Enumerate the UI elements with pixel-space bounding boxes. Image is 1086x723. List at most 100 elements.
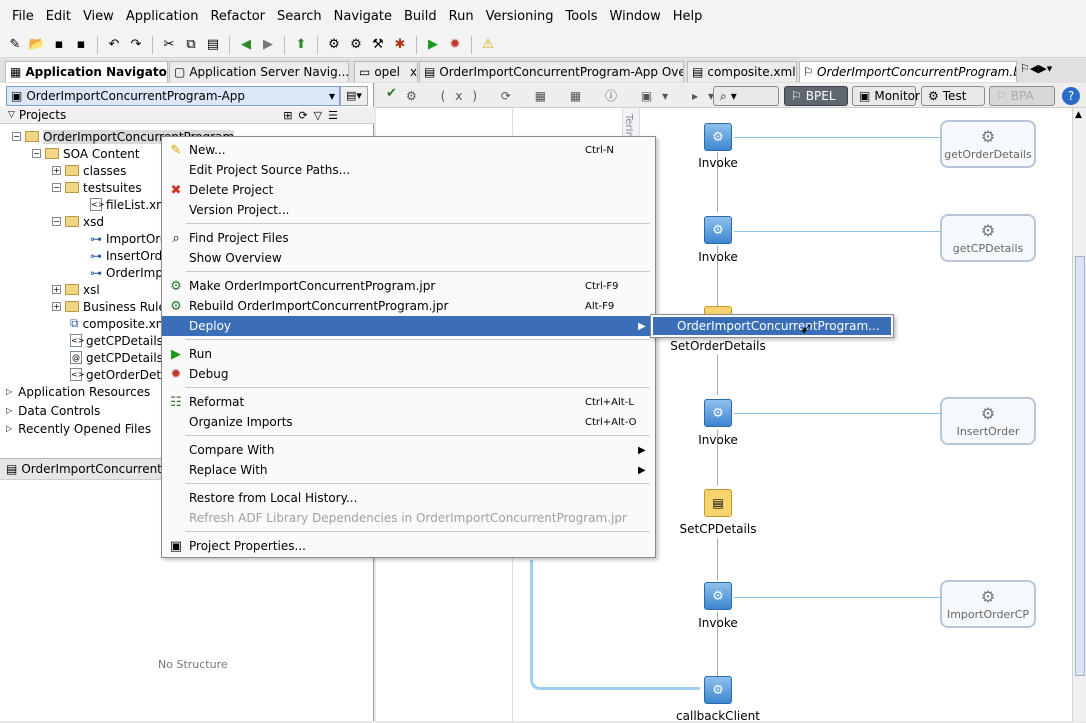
cut-icon[interactable]: ✂ <box>160 36 178 54</box>
menu-item-run[interactable]: ▶ Run <box>162 344 655 364</box>
menu-help[interactable]: Help <box>667 9 709 24</box>
menu-item-project-properties[interactable]: ▣ Project Properties... <box>162 536 655 556</box>
menu-item-new[interactable]: ✎ New... Ctrl-N <box>162 140 655 160</box>
expand-icon[interactable]: + <box>52 166 61 175</box>
menu-run[interactable]: Run <box>443 9 480 24</box>
assign-activity-icon[interactable]: ▤ <box>704 489 732 517</box>
invoke-activity-icon[interactable]: ⚙ <box>704 676 732 704</box>
tree-item-soa-content[interactable]: − SOA Content <box>32 145 140 162</box>
menu-file[interactable]: File <box>6 9 40 24</box>
invoke-activity-icon[interactable]: ⚙ <box>704 399 732 427</box>
menu-refactor[interactable]: Refactor <box>204 9 271 24</box>
menu-view[interactable]: View <box>77 9 120 24</box>
validate-icon[interactable]: ✔ <box>386 86 405 101</box>
warning-icon[interactable]: ⚠ <box>479 36 497 54</box>
chevron-down-icon[interactable]: ▽ <box>8 110 15 120</box>
menu-item-edit-source-paths[interactable]: Edit Project Source Paths... <box>162 160 655 180</box>
search-binoculars-button[interactable]: ⌕ ▾ <box>713 86 779 106</box>
menu-item-debug[interactable]: ✹ Debug <box>162 364 655 384</box>
invoke-activity-icon[interactable]: ⚙ <box>704 216 732 244</box>
tree-item-filelist[interactable]: <> fileList.xml <box>90 196 171 213</box>
partner-link-getcpdetails[interactable]: ⚙ getCPDetails <box>940 214 1036 262</box>
chevron-down-icon[interactable]: ▾ <box>329 89 339 103</box>
app-menu-button[interactable]: ▤▾ <box>340 86 368 106</box>
help-icon[interactable]: ? <box>1062 87 1080 105</box>
minimize-icon[interactable]: ▭ <box>359 65 370 79</box>
make-icon[interactable]: ⚙ <box>325 36 343 54</box>
invoke-activity-icon[interactable]: ⚙ <box>704 123 732 151</box>
menu-item-rebuild[interactable]: ⚙ Rebuild OrderImportConcurrentProgram.j… <box>162 296 655 316</box>
tree-item-insertorder-xsd[interactable]: ⊶ InsertOrde <box>90 247 170 264</box>
menu-navigate[interactable]: Navigate <box>328 9 398 24</box>
expand-icon[interactable]: + <box>52 285 61 294</box>
run-icon[interactable]: ▶ <box>424 36 442 54</box>
menu-application[interactable]: Application <box>120 9 205 24</box>
bug-icon[interactable]: ✱ <box>391 36 409 54</box>
redo-icon[interactable]: ↷ <box>127 36 145 54</box>
tree-item-testsuites[interactable]: − testsuites <box>52 179 142 196</box>
menu-item-show-overview[interactable]: Show Overview <box>162 248 655 268</box>
tree-item-xsl[interactable]: + xsl <box>52 281 100 298</box>
menu-item-replace-with[interactable]: Replace With ▶ <box>162 460 655 480</box>
menu-item-deploy[interactable]: Deploy ▶ <box>162 316 655 336</box>
menu-item-restore-local-history[interactable]: Restore from Local History... <box>162 488 655 508</box>
tab-composite-xml[interactable]: ▤ composite.xml x <box>687 61 797 82</box>
menu-tools[interactable]: Tools <box>559 9 603 24</box>
tree-item-composite-xml[interactable]: ⧉ composite.xml <box>70 315 171 332</box>
chevron-right-icon[interactable]: ▷ <box>6 424 12 433</box>
open-icon[interactable]: 📂 <box>28 36 46 54</box>
menu-item-version-project[interactable]: Version Project... <box>162 200 655 220</box>
build-icon[interactable]: ⚒ <box>369 36 387 54</box>
bpa-button[interactable]: ⚐ BPA <box>989 86 1055 106</box>
collapse-icon[interactable]: − <box>12 132 21 141</box>
scroll-thumb[interactable] <box>1075 256 1085 676</box>
save-icon[interactable]: ▪ <box>50 36 68 54</box>
paste-icon[interactable]: ▤ <box>204 36 222 54</box>
menu-search[interactable]: Search <box>271 9 328 24</box>
tab-application-navigator[interactable]: ▦ Application Navigator x <box>5 61 168 82</box>
back-icon[interactable]: ◀ <box>237 36 255 54</box>
collapse-icon[interactable]: − <box>52 217 61 226</box>
tab-application-server-navigator[interactable]: ▢ Application Server Navig... <box>169 61 349 82</box>
debug-icon[interactable]: ✹ <box>446 36 464 54</box>
menu-item-find-project-files[interactable]: ⌕ Find Project Files <box>162 228 655 248</box>
tree-item-getorderdetails[interactable]: <> getOrderDetail <box>70 366 175 383</box>
partner-link-insertorder[interactable]: ⚙ InsertOrder <box>940 397 1036 445</box>
projects-header[interactable]: ▽ Projects ⊞⟳▽☰ <box>0 107 374 124</box>
close-icon[interactable]: x <box>410 65 417 79</box>
test-button[interactable]: ⚙ Test <box>921 86 985 106</box>
tree-item-orderimport-xsd[interactable]: ⊶ OrderImpo <box>90 264 170 281</box>
copy-icon[interactable]: ⧉ <box>182 36 200 54</box>
chevron-right-icon[interactable]: ▷ <box>6 387 12 396</box>
invoke-activity-icon[interactable]: ⚙ <box>704 582 732 610</box>
menu-window[interactable]: Window <box>604 9 667 24</box>
tree-item-getcpdetails-file[interactable]: <> getCPDetails_f <box>70 332 173 349</box>
menu-item-reformat[interactable]: ☷ Reformat Ctrl+Alt-L <box>162 392 655 412</box>
partner-link-getorderdetails[interactable]: ⚙ getOrderDetails <box>940 120 1036 168</box>
forward-icon[interactable]: ▶ <box>259 36 277 54</box>
chevron-right-icon[interactable]: ▷ <box>6 406 12 415</box>
new-icon[interactable]: ✎ <box>6 36 24 54</box>
menu-item-organize-imports[interactable]: Organize Imports Ctrl+Alt-O <box>162 412 655 432</box>
submenu-item-deploy-profile[interactable]: OrderImportConcurrentProgram... <box>653 317 891 335</box>
tab-bpel-partial[interactable]: ▭ opel x <box>354 61 418 82</box>
deploy-icon[interactable]: ⬆ <box>292 36 310 54</box>
undo-icon[interactable]: ↶ <box>105 36 123 54</box>
collapse-icon[interactable]: − <box>52 183 61 192</box>
partner-link-importordercp[interactable]: ⚙ ImportOrderCP <box>940 580 1036 628</box>
application-selector[interactable]: ▣ OrderImportConcurrentProgram-App ▾ <box>6 86 340 106</box>
rebuild-icon[interactable]: ⚙ <box>347 36 365 54</box>
expand-icon[interactable]: + <box>52 302 61 311</box>
projects-toolbar-icons[interactable]: ⊞⟳▽☰ <box>283 109 344 122</box>
tree-item-xsd[interactable]: − xsd <box>52 213 104 230</box>
tree-item-classes[interactable]: + classes <box>52 162 126 179</box>
vertical-scrollbar[interactable]: ▲ <box>1072 108 1086 721</box>
menu-build[interactable]: Build <box>398 9 443 24</box>
menu-versioning[interactable]: Versioning <box>480 9 560 24</box>
menu-item-make[interactable]: ⚙ Make OrderImportConcurrentProgram.jpr … <box>162 276 655 296</box>
tree-item-business-rules[interactable]: + Business Rules <box>52 298 172 315</box>
monitor-button[interactable]: ▣ Monitor <box>852 86 920 106</box>
bpel-mode-button[interactable]: ⚐ BPEL <box>784 86 848 106</box>
tab-nav-arrows[interactable]: ⚐◀▶▾ <box>1020 62 1052 75</box>
menu-item-delete-project[interactable]: ✖ Delete Project <box>162 180 655 200</box>
